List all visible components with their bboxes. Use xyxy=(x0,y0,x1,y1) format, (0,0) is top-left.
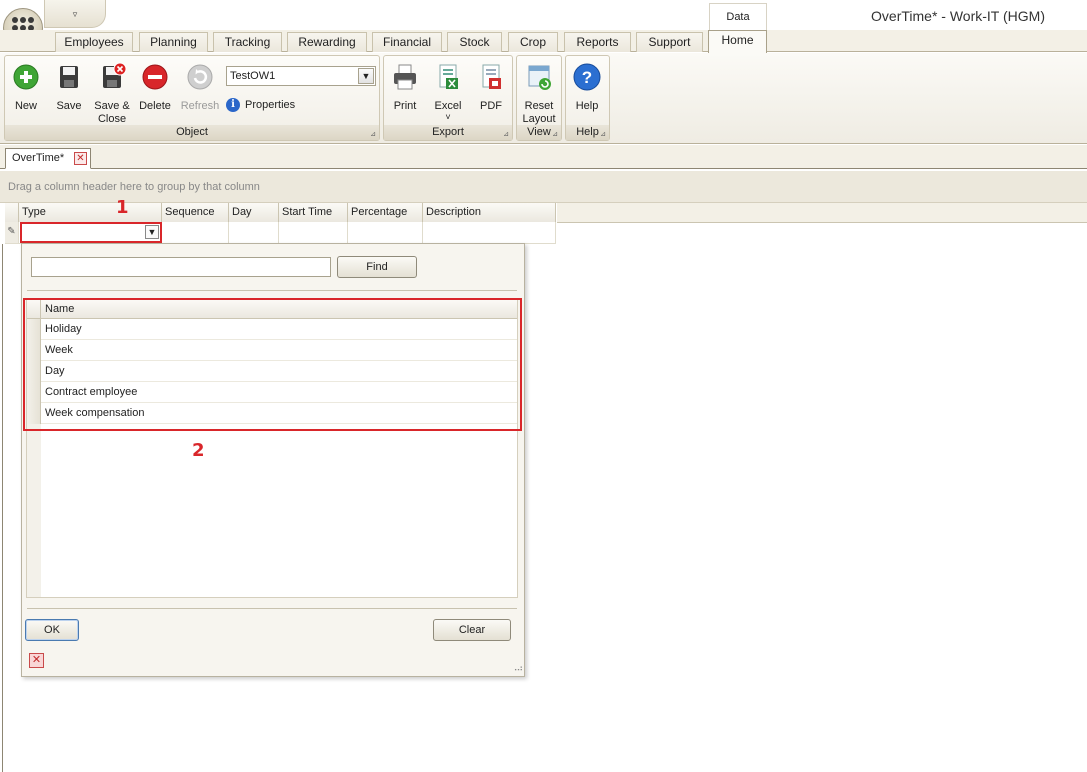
save-close-icon xyxy=(103,62,127,88)
tab-employees[interactable]: Employees xyxy=(55,32,133,52)
excel-export-button[interactable]: Excel ˅ xyxy=(431,62,465,122)
tab-rewarding[interactable]: Rewarding xyxy=(287,32,367,52)
close-icon[interactable]: ✕ xyxy=(74,152,87,165)
properties-button[interactable]: i Properties xyxy=(226,98,295,112)
resize-grip-icon[interactable]: ⠠⠴ xyxy=(511,663,523,674)
close-icon[interactable]: ✕ xyxy=(29,653,44,668)
find-input[interactable] xyxy=(31,257,331,277)
column-header-start-time[interactable]: Start Time xyxy=(279,203,348,222)
column-header-type[interactable]: Type xyxy=(19,203,162,222)
floppy-disk-icon xyxy=(60,66,78,88)
description-cell[interactable] xyxy=(423,222,556,244)
save-close-label-line1: Save & xyxy=(94,100,130,112)
divider xyxy=(27,290,517,291)
tab-financial[interactable]: Financial xyxy=(372,32,442,52)
add-icon xyxy=(13,64,39,90)
pencil-icon: ✎ xyxy=(5,222,19,244)
document-tab-strip xyxy=(0,145,1087,169)
export-group-launcher[interactable]: ⊿ xyxy=(503,130,509,138)
tab-reports[interactable]: Reports xyxy=(564,32,631,52)
column-header-sequence[interactable]: Sequence xyxy=(162,203,229,222)
object-group-launcher[interactable]: ⊿ xyxy=(370,130,376,138)
excel-icon xyxy=(439,64,458,89)
delete-button[interactable]: Delete xyxy=(138,62,172,113)
reset-layout-label-line1: Reset xyxy=(524,100,554,112)
annotation-box-2 xyxy=(23,298,522,431)
refresh-button[interactable]: Refresh xyxy=(180,62,220,113)
delete-icon xyxy=(142,64,168,90)
info-icon: i xyxy=(226,98,240,112)
new-button[interactable]: New xyxy=(10,62,42,113)
save-label: Save xyxy=(56,100,82,112)
pdf-icon xyxy=(482,64,501,89)
record-selector-combo[interactable]: TestOW1 ▼ xyxy=(226,66,376,86)
column-header-day[interactable]: Day xyxy=(229,203,279,222)
record-selector-value: TestOW1 xyxy=(230,70,276,82)
help-icon: ? xyxy=(573,63,601,91)
grid-header-empty-area xyxy=(557,203,1087,223)
start-time-cell[interactable] xyxy=(279,222,348,244)
refresh-icon xyxy=(187,64,213,90)
help-group-launcher[interactable]: ⊿ xyxy=(600,130,606,138)
refresh-label: Refresh xyxy=(180,100,220,112)
tab-crop[interactable]: Crop xyxy=(508,32,558,52)
grid-left-border xyxy=(2,244,3,772)
tab-tracking[interactable]: Tracking xyxy=(213,32,282,52)
tab-support[interactable]: Support xyxy=(636,32,703,52)
print-label: Print xyxy=(393,100,417,112)
tab-home[interactable]: Home xyxy=(708,30,767,53)
find-button[interactable]: Find xyxy=(337,256,417,278)
percentage-cell[interactable] xyxy=(348,222,423,244)
pdf-export-button[interactable]: PDF xyxy=(474,62,508,113)
pdf-label: PDF xyxy=(480,100,502,112)
document-tab-label: OverTime* xyxy=(12,152,65,164)
printer-icon xyxy=(394,64,416,90)
group-by-panel[interactable]: Drag a column header here to group by th… xyxy=(0,171,1087,203)
export-group-label: Export xyxy=(384,125,512,140)
save-button[interactable]: Save xyxy=(53,62,85,113)
tab-stock[interactable]: Stock xyxy=(447,32,502,52)
list-indicator-column xyxy=(27,424,41,597)
object-group-label: Object xyxy=(5,125,379,140)
delete-label: Delete xyxy=(139,100,171,112)
help-button[interactable]: ? Help xyxy=(570,62,604,113)
help-label: Help xyxy=(575,100,599,112)
annotation-box-1 xyxy=(20,222,162,243)
clear-button[interactable]: Clear xyxy=(433,619,511,641)
annotation-label-1: 1 xyxy=(116,197,129,218)
column-header-percentage[interactable]: Percentage xyxy=(348,203,423,222)
reset-layout-icon xyxy=(528,65,551,90)
chevron-down-icon: ˅ xyxy=(445,112,451,122)
reset-layout-button[interactable]: Reset Layout xyxy=(520,62,558,126)
annotation-label-2: 2 xyxy=(192,440,205,461)
quick-access-dropdown[interactable]: ▿ xyxy=(44,0,106,28)
save-close-button[interactable]: Save & Close xyxy=(92,62,132,126)
svg-text:?: ? xyxy=(582,68,592,87)
reset-layout-label-line2: Layout xyxy=(522,113,556,125)
sequence-cell[interactable] xyxy=(162,222,229,244)
context-tab-data[interactable]: Data xyxy=(709,3,767,31)
document-tab-overtime[interactable]: OverTime* ✕ xyxy=(5,148,91,169)
day-cell[interactable] xyxy=(229,222,279,244)
grid-header: Type Sequence Day Start Time Percentage … xyxy=(5,203,556,222)
ok-button[interactable]: OK xyxy=(25,619,79,641)
column-header-description[interactable]: Description xyxy=(423,203,556,222)
new-label: New xyxy=(14,100,37,112)
view-group-launcher[interactable]: ⊿ xyxy=(552,130,558,138)
tab-planning[interactable]: Planning xyxy=(139,32,208,52)
window-title: OverTime* - Work-IT (HGM) xyxy=(871,8,1045,24)
save-close-label-line2: Close xyxy=(97,113,127,125)
properties-label: Properties xyxy=(245,99,296,111)
print-button[interactable]: Print xyxy=(388,62,422,113)
row-indicator-header xyxy=(5,203,19,222)
chevron-down-icon[interactable]: ▼ xyxy=(358,68,374,84)
divider xyxy=(27,608,517,609)
